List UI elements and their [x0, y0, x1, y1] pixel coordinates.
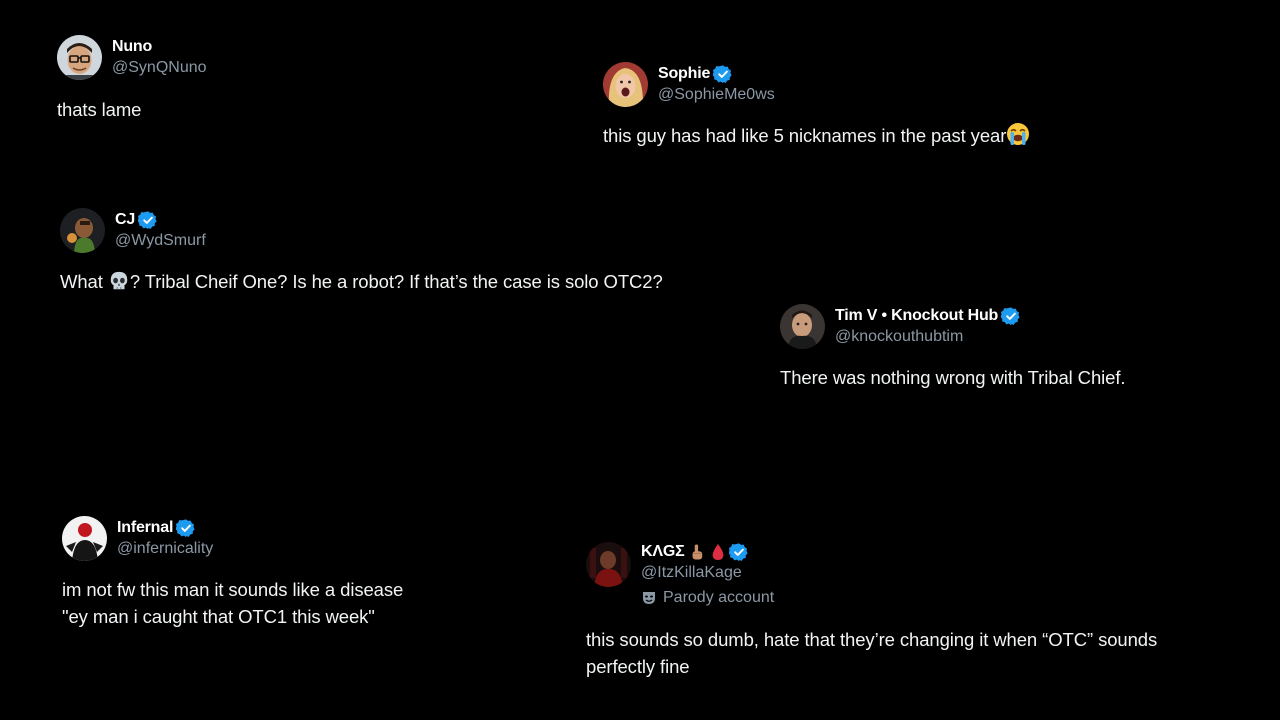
user-handle[interactable]: @infernicality: [117, 538, 213, 560]
avatar-cartoon-icon[interactable]: [60, 208, 105, 253]
parody-account-label: Parody account: [641, 588, 774, 608]
tweet-header: ΚΛGΣ @ItzKillaKage Parody account: [586, 541, 1157, 608]
avatar-blonde-woman-icon[interactable]: [603, 62, 648, 107]
tweet-tim[interactable]: Tim V • Knockout Hub @knockouthubtim The…: [780, 304, 1126, 391]
user-handle[interactable]: @SynQNuno: [112, 57, 207, 79]
tweet-text-line: this sounds so dumb, hate that they’re c…: [586, 629, 1158, 650]
tweet-text: im not fw this man it sounds like a dise…: [62, 576, 403, 630]
tweet-text-line: "ey man i caught that OTC1 this week": [62, 606, 375, 627]
tweet-text: this guy has had like 5 nicknames in the…: [603, 122, 1030, 149]
verified-badge-icon: [138, 210, 157, 229]
tweet-header: Nuno @SynQNuno: [57, 35, 207, 80]
display-name[interactable]: ΚΛGΣ: [641, 541, 685, 562]
tweet-text: There was nothing wrong with Tribal Chie…: [780, 364, 1126, 391]
canvas: Nuno @SynQNuno thats lame Sophie @Sophie…: [0, 0, 1280, 720]
tweet-text: thats lame: [57, 96, 207, 123]
loudly-crying-face-icon: [1007, 123, 1030, 145]
tweet-text-line: im not fw this man it sounds like a dise…: [62, 579, 404, 600]
user-handle[interactable]: @ItzKillaKage: [641, 562, 774, 584]
display-name[interactable]: Nuno: [112, 36, 152, 57]
parody-label-text: Parody account: [663, 589, 775, 606]
tweet-infernal[interactable]: Infernal @infernicality im not fw this m…: [62, 516, 403, 630]
display-name[interactable]: CJ: [115, 209, 135, 230]
tweet-text: this sounds so dumb, hate that they’re c…: [586, 626, 1157, 680]
display-name[interactable]: Tim V • Knockout Hub: [835, 305, 998, 326]
tweet-cj[interactable]: CJ @WydSmurf What ? Tribal Cheif One? Is…: [60, 208, 663, 295]
user-handle[interactable]: @WydSmurf: [115, 230, 206, 252]
verified-badge-icon: [176, 518, 195, 537]
user-handle[interactable]: @SophieMe0ws: [658, 84, 775, 106]
skull-icon: [110, 271, 128, 290]
pointing-up-hand-icon: [692, 544, 703, 559]
tweet-header: Sophie @SophieMe0ws: [603, 62, 1030, 107]
tweet-text-line: thats lame: [57, 99, 142, 120]
tweet-header: Tim V • Knockout Hub @knockouthubtim: [780, 304, 1125, 349]
theater-mask-icon: [643, 592, 655, 604]
display-name[interactable]: Infernal: [117, 517, 173, 538]
tweet-text-line: perfectly fine: [586, 656, 690, 677]
user-handle[interactable]: @knockouthubtim: [835, 326, 1021, 348]
verified-badge-icon: [729, 542, 749, 561]
tweet-text-line: this guy has had like 5 nicknames in the…: [603, 125, 1007, 146]
avatar-photo-icon[interactable]: [780, 304, 825, 349]
verified-badge-icon: [713, 64, 732, 83]
tweet-text-line: There was nothing wrong with Tribal Chie…: [780, 367, 1126, 388]
display-name[interactable]: Sophie: [658, 63, 710, 84]
tweet-text-part: What: [60, 271, 108, 292]
avatar-dark-red-icon[interactable]: [586, 542, 631, 587]
avatar-red-white-icon[interactable]: [62, 516, 107, 561]
drop-of-blood-icon: [713, 543, 724, 560]
tweet-nuno[interactable]: Nuno @SynQNuno thats lame: [57, 35, 207, 123]
tweet-header: CJ @WydSmurf: [60, 208, 663, 253]
tweet-header: Infernal @infernicality: [62, 516, 403, 561]
tweet-text-part: ? Tribal Cheif One? Is he a robot? If th…: [129, 271, 663, 292]
tweet-text: What ? Tribal Cheif One? Is he a robot? …: [60, 268, 663, 295]
avatar-glasses-man-icon[interactable]: [57, 35, 102, 80]
verified-badge-icon: [1001, 306, 1020, 325]
tweet-kage[interactable]: ΚΛGΣ @ItzKillaKage Parody account this s…: [586, 541, 1157, 680]
tweet-sophie[interactable]: Sophie @SophieMe0ws this guy has had lik…: [603, 62, 1030, 149]
